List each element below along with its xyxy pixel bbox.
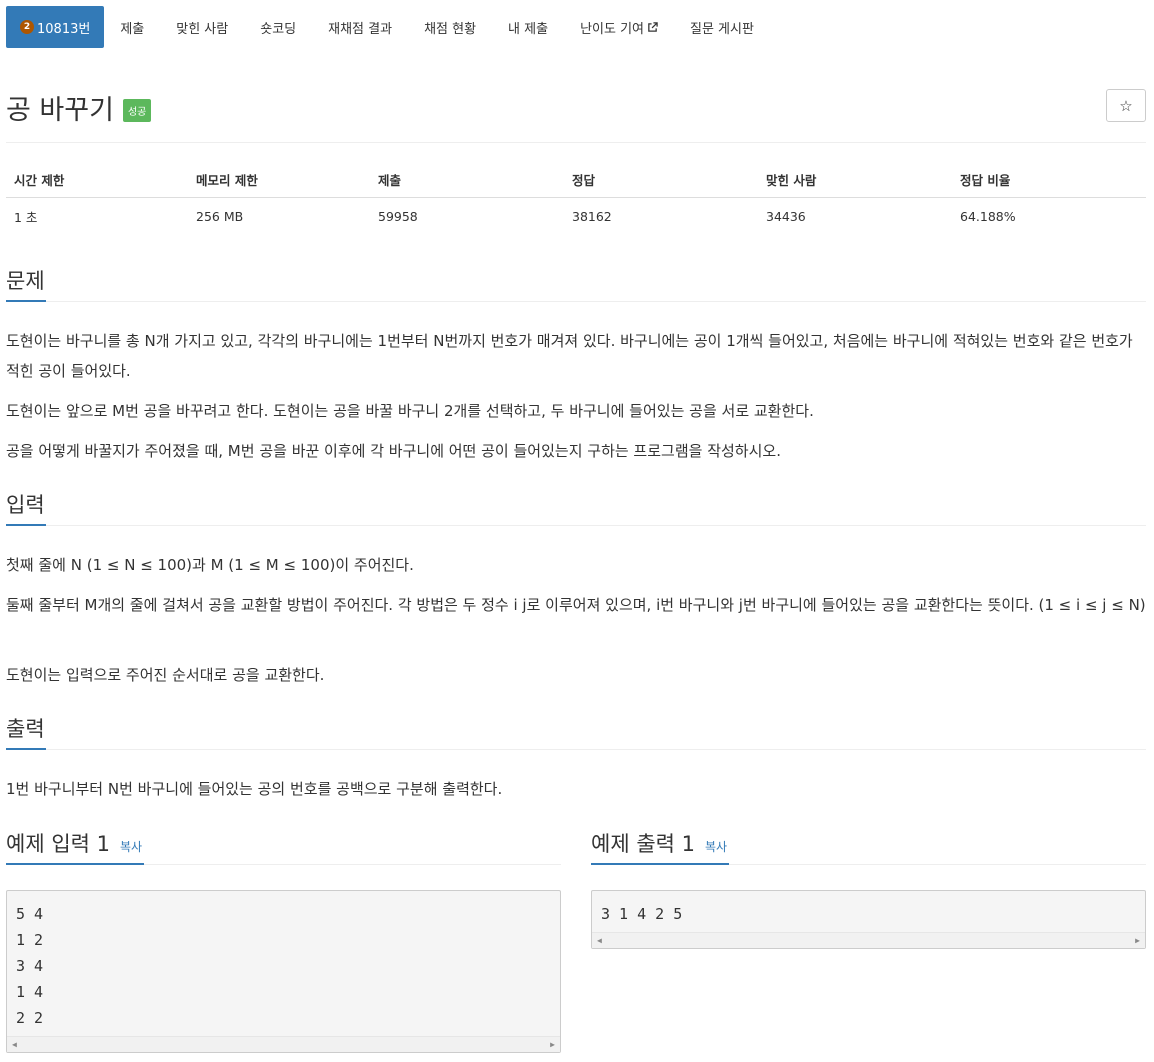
- problem-nav: 2 10813번 제출 맞힌 사람 숏코딩 재채점 결과 채점 현황 내 제출 …: [6, 6, 770, 48]
- sample-output-title: 예제 출력 1: [591, 832, 695, 856]
- accept-ratio-value: 64.188%: [960, 208, 1016, 224]
- output-heading: 출력: [6, 717, 45, 741]
- problem-title-row: 공 바꾸기 성공: [6, 88, 152, 127]
- output-heading-underline: [6, 748, 46, 750]
- sample-input-text: 5 4 1 2 3 4 1 4 2 2: [16, 905, 44, 1027]
- info-value-row: 1 초 256 MB 59958 38162 34436 64.188%: [6, 198, 1146, 234]
- header-submissions: 제출: [378, 173, 402, 188]
- tab-my-submissions[interactable]: 내 제출: [492, 6, 564, 48]
- sample-input-heading: 예제 입력 1 복사: [6, 828, 142, 858]
- problem-paragraph-2: 도현이는 앞으로 M번 공을 바꾸려고 한다. 도현이는 공을 바꿀 바구니 2…: [6, 402, 814, 420]
- sample-output-heading-underline: [591, 863, 729, 865]
- time-limit-value: 1 초: [14, 209, 38, 225]
- page-title: 공 바꾸기: [6, 95, 114, 126]
- scroll-right-icon[interactable]: ▶: [550, 1040, 555, 1049]
- tab-problem[interactable]: 2 10813번: [6, 6, 105, 48]
- input-heading-underline: [6, 524, 46, 526]
- sample-input-title: 예제 입력 1: [6, 832, 110, 856]
- tier-icon: 2: [20, 20, 34, 34]
- problem-heading-underline: [6, 300, 46, 302]
- problem-heading: 문제: [6, 269, 45, 293]
- input-paragraph-2: 둘째 줄부터 M개의 줄에 걸쳐서 공을 교환할 방법이 주어진다. 각 방법은…: [6, 596, 1146, 614]
- tab-submit[interactable]: 제출: [104, 6, 160, 48]
- problem-paragraph-1: 도현이는 바구니를 총 N개 가지고 있고, 각각의 바구니에는 1번부터 N번…: [6, 332, 1133, 380]
- input-heading-line: [6, 525, 1146, 526]
- sample-input-heading-underline: [6, 863, 144, 865]
- scroll-right-icon[interactable]: ▶: [1135, 936, 1140, 945]
- header-solved-users: 맞힌 사람: [766, 173, 817, 188]
- title-divider: [6, 142, 1146, 143]
- tab-rejudge-results[interactable]: 재채점 결과: [312, 6, 408, 48]
- submissions-value: 59958: [378, 208, 418, 224]
- tab-difficulty-label: 난이도 기여: [580, 21, 644, 37]
- tab-judge-status[interactable]: 채점 현황: [408, 6, 492, 48]
- accepted-value: 38162: [572, 208, 612, 224]
- input-paragraph-1: 첫째 줄에 N (1 ≤ N ≤ 100)과 M (1 ≤ M ≤ 100)이 …: [6, 556, 414, 574]
- problem-heading-line: [6, 301, 1146, 302]
- sample-input-scrollbar[interactable]: ◀ ▶: [7, 1036, 560, 1052]
- memory-limit-value: 256 MB: [196, 208, 244, 224]
- solved-users-value: 34436: [766, 208, 806, 224]
- sample-output-scrollbar[interactable]: ◀ ▶: [592, 932, 1145, 948]
- tab-problem-label: 10813번: [37, 21, 91, 37]
- sample-output-heading: 예제 출력 1 복사: [591, 828, 727, 858]
- copy-sample-input-button[interactable]: 복사: [120, 838, 142, 855]
- problem-info-table: 시간 제한 메모리 제한 제출 정답 맞힌 사람 정답 비율 1 초 256 M…: [6, 162, 1146, 234]
- copy-sample-output-button[interactable]: 복사: [705, 838, 727, 855]
- header-accepted: 정답: [572, 173, 596, 188]
- problem-paragraph-3: 공을 어떻게 바꿀지가 주어졌을 때, M번 공을 바꾼 이후에 각 바구니에 …: [6, 442, 781, 460]
- output-heading-line: [6, 749, 1146, 750]
- sample-output-text: 3 1 4 2 5: [601, 905, 683, 923]
- sample-input-box[interactable]: 5 4 1 2 3 4 1 4 2 2 ◀ ▶: [6, 890, 561, 1053]
- star-icon: ☆: [1119, 96, 1133, 115]
- external-link-icon: [648, 21, 658, 32]
- output-paragraph-1: 1번 바구니부터 N번 바구니에 들어있는 공의 번호를 공백으로 구분해 출력…: [6, 780, 503, 798]
- header-memory-limit: 메모리 제한: [196, 173, 258, 188]
- status-badge: 성공: [122, 99, 152, 122]
- header-time-limit: 시간 제한: [14, 173, 65, 188]
- header-accept-ratio: 정답 비율: [960, 173, 1011, 188]
- input-heading: 입력: [6, 493, 45, 517]
- tab-qna-board[interactable]: 질문 게시판: [674, 6, 770, 48]
- info-header-row: 시간 제한 메모리 제한 제출 정답 맞힌 사람 정답 비율: [6, 162, 1146, 198]
- tab-solved-users[interactable]: 맞힌 사람: [160, 6, 244, 48]
- sample-output-box[interactable]: 3 1 4 2 5 ◀ ▶: [591, 890, 1146, 949]
- tab-short-coding[interactable]: 숏코딩: [244, 6, 312, 48]
- scroll-left-icon[interactable]: ◀: [12, 1040, 17, 1049]
- tab-difficulty-contribution[interactable]: 난이도 기여: [564, 6, 674, 48]
- scroll-left-icon[interactable]: ◀: [597, 936, 602, 945]
- input-paragraph-3: 도현이는 입력으로 주어진 순서대로 공을 교환한다.: [6, 666, 325, 684]
- favorite-star-button[interactable]: ☆: [1106, 89, 1146, 122]
